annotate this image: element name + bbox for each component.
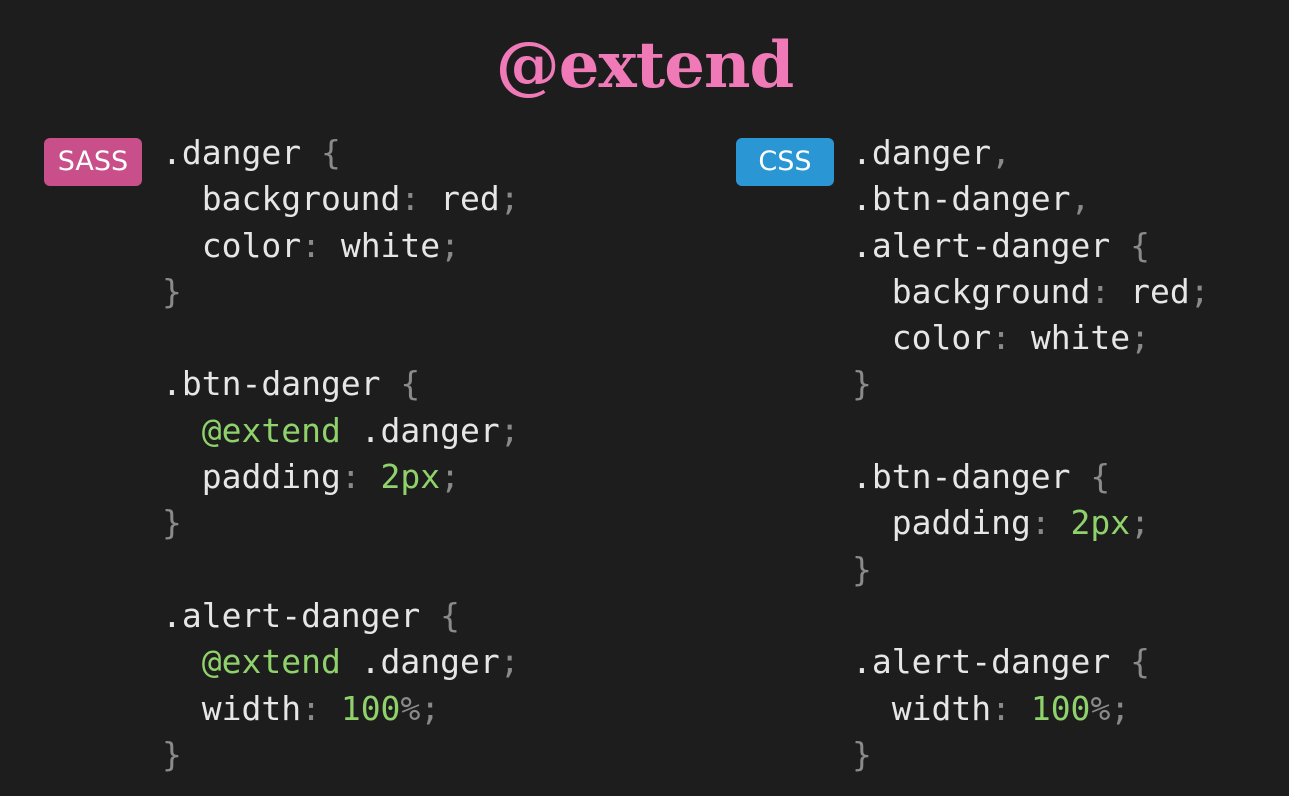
code-token: %; <box>400 688 441 728</box>
slide-title: @extend <box>495 28 794 103</box>
code-line: } <box>852 547 1210 593</box>
code-token: : <box>301 688 321 728</box>
sass-badge: SASS <box>44 138 142 186</box>
code-token: ; <box>499 410 520 450</box>
code-line: @extend .danger; <box>162 639 520 685</box>
code-token: padding <box>162 457 341 497</box>
code-token: 2px <box>360 457 441 497</box>
code-line: padding: 2px; <box>162 454 520 500</box>
code-token: : <box>991 688 1011 728</box>
code-token: } <box>162 503 182 543</box>
sass-code-block: .danger { background: red; color: white;… <box>162 130 520 778</box>
code-token: : <box>400 179 421 219</box>
code-token: } <box>852 549 872 589</box>
code-token: white <box>1010 318 1131 358</box>
code-line: } <box>852 732 1210 778</box>
code-token: } <box>852 364 872 404</box>
code-line: .danger { <box>162 130 520 176</box>
css-badge: CSS <box>736 138 834 186</box>
code-token: ; <box>1130 503 1151 543</box>
code-token: .alert-danger <box>852 642 1111 682</box>
code-token: red <box>1110 271 1190 311</box>
code-token: background <box>852 271 1091 311</box>
code-token: } <box>852 734 872 774</box>
code-token: padding <box>852 503 1031 543</box>
code-token: width <box>852 688 992 728</box>
code-token: { <box>1070 457 1111 497</box>
code-token: { <box>301 133 341 172</box>
code-line: .alert-danger { <box>852 223 1210 269</box>
code-token: { <box>1110 225 1151 265</box>
code-line: } <box>162 500 520 546</box>
code-token: .danger <box>162 133 302 172</box>
code-line: background: red; <box>852 269 1210 315</box>
code-line: @extend .danger; <box>162 408 520 454</box>
code-line: color: white; <box>852 315 1210 361</box>
code-line: background: red; <box>162 176 520 222</box>
code-line: .alert-danger { <box>162 593 520 639</box>
code-token: .btn-danger <box>852 457 1071 497</box>
code-token: width <box>162 688 302 728</box>
code-token: ; <box>1130 318 1151 358</box>
code-token: : <box>1030 503 1051 543</box>
code-token: .alert-danger <box>852 225 1111 265</box>
code-token: : <box>340 457 361 497</box>
code-line: .btn-danger { <box>852 454 1210 500</box>
code-token: ; <box>440 457 461 497</box>
code-line: width: 100%; <box>162 686 520 732</box>
code-token: red <box>420 179 500 219</box>
code-line: padding: 2px; <box>852 500 1210 546</box>
code-token: color <box>162 225 302 265</box>
code-token: 2px <box>1050 503 1131 543</box>
code-token: { <box>420 595 461 635</box>
code-token: 100 <box>320 688 401 728</box>
code-token: .alert-danger <box>162 595 421 635</box>
code-token: ; <box>1189 271 1210 311</box>
code-line: color: white; <box>162 223 520 269</box>
code-line: } <box>162 269 520 315</box>
code-token: { <box>1110 642 1151 682</box>
code-line: width: 100%; <box>852 686 1210 732</box>
code-token: color <box>852 318 992 358</box>
code-token: , <box>991 133 1011 172</box>
code-token: .danger <box>340 642 500 682</box>
code-token: background <box>162 179 401 219</box>
code-line: } <box>852 361 1210 407</box>
code-token: %; <box>1090 688 1131 728</box>
code-token: white <box>320 225 441 265</box>
css-code-block: .danger, .btn-danger, .alert-danger { back… <box>852 130 1210 778</box>
code-token: @extend <box>162 642 341 682</box>
code-line: .btn-danger { <box>162 361 520 407</box>
code-token: { <box>380 364 421 404</box>
code-token: : <box>991 318 1011 358</box>
code-token: } <box>162 271 182 311</box>
code-token: , <box>1070 179 1091 219</box>
code-token: .btn-danger <box>162 364 381 404</box>
code-token: @extend <box>162 410 341 450</box>
code-token: .btn-danger <box>852 179 1071 219</box>
code-token: ; <box>499 642 520 682</box>
code-token: 100 <box>1010 688 1091 728</box>
code-token: : <box>301 225 321 265</box>
code-token: : <box>1090 271 1111 311</box>
code-token: .danger <box>340 410 500 450</box>
code-line: } <box>162 732 520 778</box>
code-line: .danger, <box>852 130 1210 176</box>
code-token: ; <box>440 225 461 265</box>
code-line: .btn-danger, <box>852 176 1210 222</box>
code-token: ; <box>499 179 520 219</box>
code-token: .danger <box>852 133 992 172</box>
code-line: .alert-danger { <box>852 639 1210 685</box>
code-token: } <box>162 734 182 774</box>
